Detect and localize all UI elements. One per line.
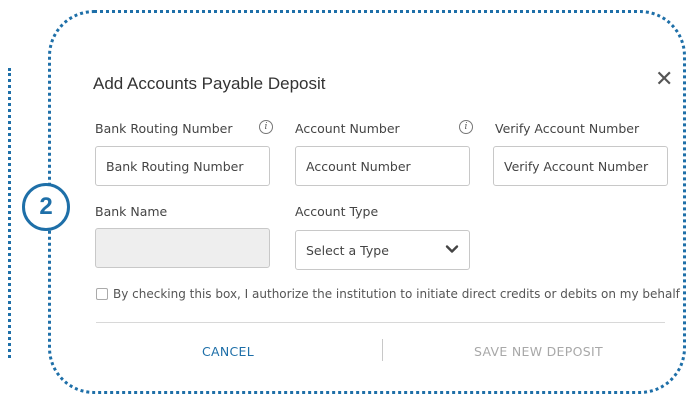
account-type-label: Account Type: [295, 204, 379, 219]
account-number-input[interactable]: [295, 146, 470, 186]
consent-text: By checking this box, I authorize the in…: [113, 287, 680, 301]
dialog-title: Add Accounts Payable Deposit: [93, 74, 326, 93]
dotted-guide-left: [0, 68, 11, 358]
chevron-down-icon: [445, 245, 459, 253]
footer-separator: [382, 339, 383, 361]
account-type-value: Select a Type: [306, 243, 389, 258]
save-new-deposit-button[interactable]: SAVE NEW DEPOSIT: [474, 344, 603, 359]
account-number-label: Account Number: [295, 121, 400, 136]
account-info-icon[interactable]: i: [459, 120, 473, 134]
consent-checkbox[interactable]: [96, 288, 108, 300]
bank-name-input: [95, 228, 270, 268]
routing-info-icon[interactable]: i: [259, 120, 273, 134]
routing-number-input[interactable]: [95, 146, 270, 186]
account-type-select[interactable]: Select a Type: [295, 230, 470, 270]
bank-name-label: Bank Name: [95, 204, 168, 219]
footer-divider: [96, 322, 665, 323]
verify-account-input[interactable]: [493, 146, 668, 186]
verify-account-label: Verify Account Number: [495, 121, 640, 136]
close-icon[interactable]: ✕: [655, 68, 673, 90]
dotted-highlight-frame: [48, 10, 686, 394]
cancel-button[interactable]: CANCEL: [202, 344, 254, 359]
step-number-badge: 2: [22, 183, 70, 231]
routing-number-label: Bank Routing Number: [95, 121, 233, 136]
